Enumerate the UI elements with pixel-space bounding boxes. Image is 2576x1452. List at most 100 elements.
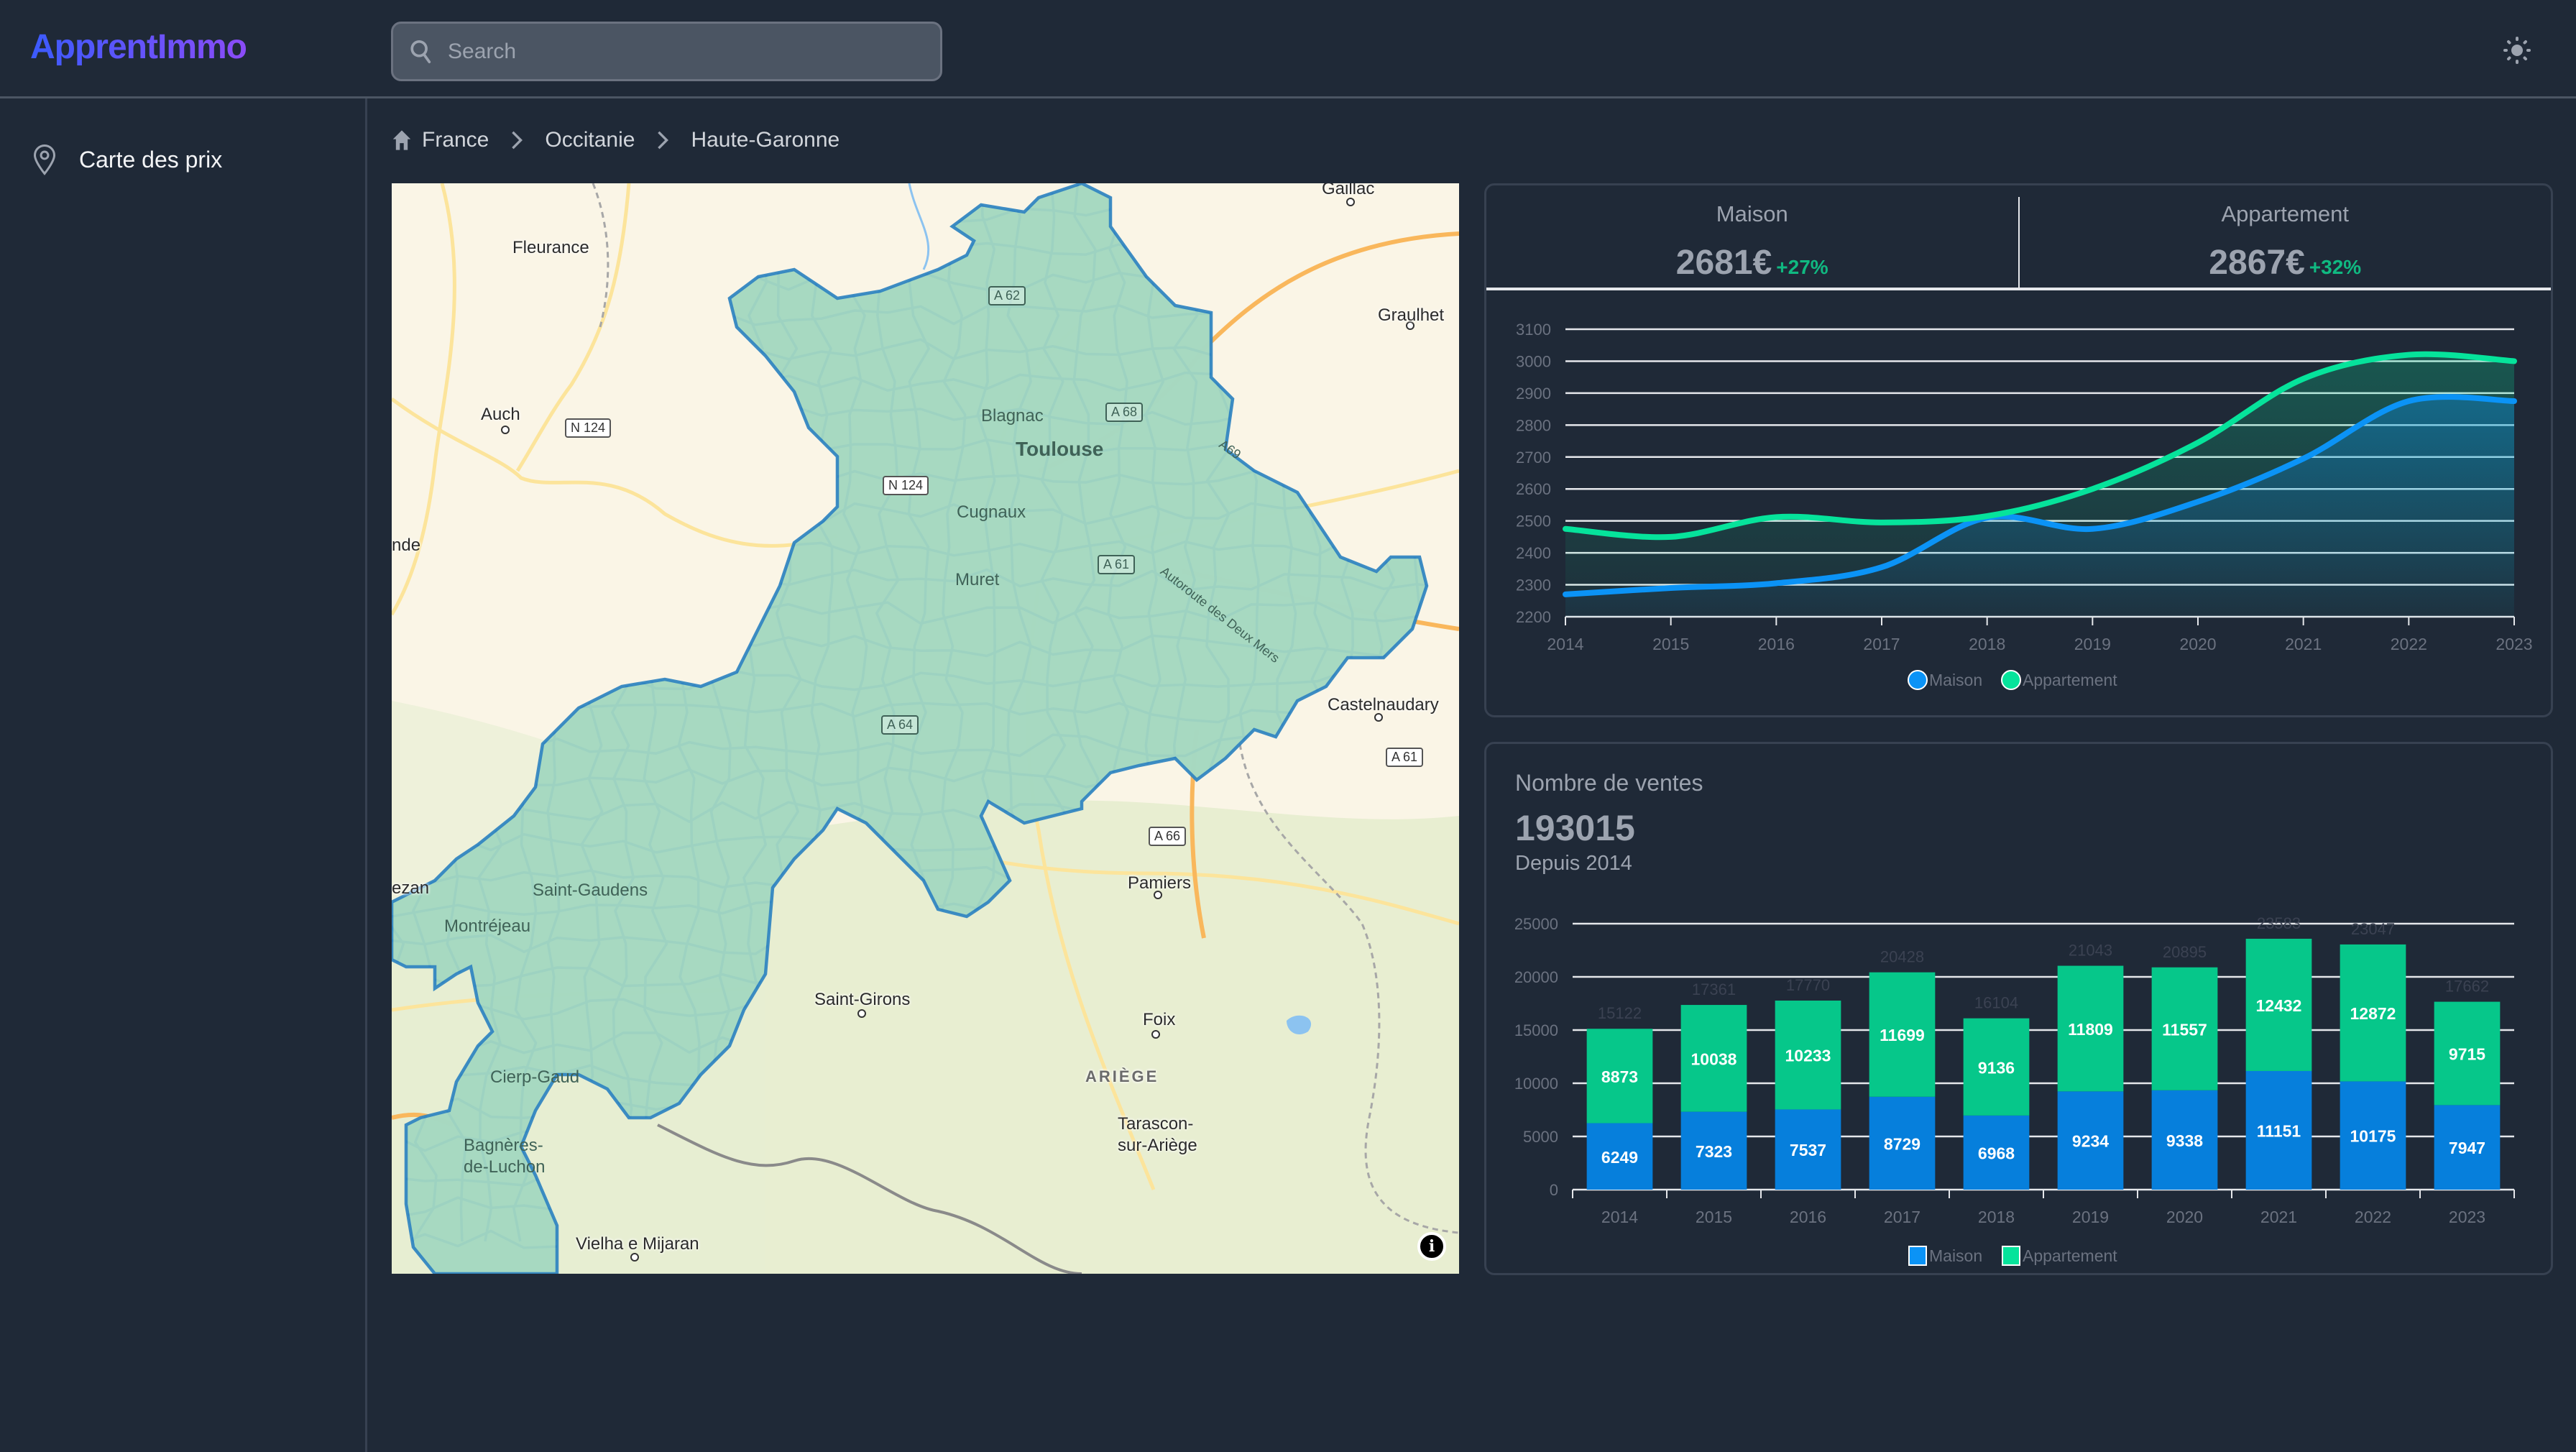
bar-label-maison: 6249 [1601, 1148, 1638, 1167]
road-shield: A 62 [988, 286, 1026, 305]
chevron-right-icon [656, 130, 669, 150]
map-label-city: Saint-Girons [814, 990, 911, 1009]
bar-label-maison: 9338 [2166, 1131, 2203, 1150]
y-tick-label: 3000 [1516, 352, 1551, 370]
bar-total-label: 20895 [2163, 943, 2207, 961]
map-label-city: de-Luchon [464, 1157, 546, 1177]
home-icon [392, 130, 411, 150]
sun-icon [2503, 37, 2531, 64]
kpi-value: 2681€ +27% [1486, 243, 2018, 282]
breadcrumb-occitanie[interactable]: Occitanie [545, 128, 635, 152]
map-label-city: sur-Ariège [1118, 1136, 1197, 1155]
bar-label-maison: 11151 [2257, 1121, 2301, 1140]
bar-total-label: 20428 [1880, 948, 1924, 966]
legend-marker [2001, 670, 2021, 690]
price-map[interactable]: Fleurance Auch nde Gaillac Graulhet Blag… [392, 183, 1459, 1274]
y-tick-label: 2300 [1516, 576, 1551, 594]
y-tick-label: 15000 [1514, 1021, 1558, 1039]
y-tick-label: 2500 [1516, 513, 1551, 530]
sidebar: Carte des prix [0, 98, 367, 1452]
chevron-right-icon [510, 130, 523, 150]
legend-label: Maison [1929, 671, 1982, 689]
x-tick-label: 2020 [2179, 635, 2216, 653]
x-tick-label: 2022 [2355, 1208, 2391, 1226]
legend-label: Appartement [2023, 1246, 2117, 1265]
breadcrumb-haute-garonne[interactable]: Haute-Garonne [691, 128, 840, 152]
bar-label-appartement: 9715 [2449, 1044, 2485, 1063]
y-tick-label: 0 [1550, 1181, 1558, 1199]
city-dot [501, 426, 510, 434]
x-tick-label: 2014 [1547, 635, 1583, 653]
kpi-maison: Maison 2681€ +27% [1486, 185, 2018, 288]
search-icon [410, 40, 431, 63]
search-box[interactable] [391, 22, 942, 81]
theme-toggle-button[interactable] [2501, 35, 2533, 66]
breadcrumb-label: France [422, 128, 489, 152]
bar-total-label: 17662 [2445, 978, 2489, 996]
bar-total-label: 21043 [2069, 942, 2112, 960]
legend-marker [2002, 1246, 2020, 1266]
sidebar-item-carte-des-prix[interactable]: Carte des prix [32, 143, 222, 176]
bar-total-label: 16104 [1974, 994, 2018, 1012]
bar-label-maison: 8729 [1884, 1134, 1920, 1153]
sales-title: Nombre de ventes [1515, 770, 1703, 796]
bar-label-appartement: 12872 [2350, 1004, 2396, 1023]
kpi-appartement: Appartement 2867€ +32% [2018, 197, 2552, 288]
x-tick-label: 2015 [1652, 635, 1689, 653]
legend-marker [1908, 1246, 1927, 1266]
city-dot [857, 1009, 866, 1018]
x-tick-label: 2015 [1696, 1208, 1732, 1226]
map-label-city: Cugnaux [957, 502, 1026, 522]
road-shield: A 68 [1105, 403, 1144, 422]
x-tick-label: 2021 [2285, 635, 2322, 653]
map-pin-icon [33, 144, 56, 175]
bar-label-maison: 10175 [2350, 1127, 2396, 1146]
price-line-chart[interactable]: 2200 2300 2400 2500 2600 2700 2800 2900 3000 3100… [1486, 293, 2555, 717]
bar-total-label: 23583 [2257, 914, 2301, 932]
map-label-city: Pamiers [1128, 873, 1192, 893]
search-input[interactable] [448, 39, 879, 64]
x-tick-label: 2014 [1601, 1208, 1638, 1226]
bar-label-appartement: 11699 [1880, 1026, 1925, 1044]
bar-total-label: 23047 [2351, 920, 2395, 938]
kpi-price: 2681€ [1675, 244, 1772, 282]
x-tick-label: 2022 [2391, 635, 2427, 653]
bar-label-maison: 6968 [1978, 1144, 2015, 1162]
y-tick-label: 2200 [1516, 608, 1551, 626]
info-icon[interactable]: i [1417, 1232, 1446, 1261]
price-kpis: Maison 2681€ +27% Appartement 2867€ +32% [1486, 185, 2551, 290]
x-tick-label: 2016 [1790, 1208, 1826, 1226]
y-tick-label: 2800 [1516, 416, 1551, 434]
bar-label-appartement: 11557 [2162, 1020, 2207, 1039]
x-tick-label: 2023 [2449, 1208, 2485, 1226]
breadcrumb-france[interactable]: France [392, 128, 489, 152]
breadcrumb: France Occitanie Haute-Garonne [392, 128, 840, 152]
road-shield: A 61 [1386, 748, 1424, 767]
y-tick-label: 2700 [1516, 449, 1551, 467]
bar-label-maison: 7947 [2449, 1139, 2485, 1157]
sales-bar-chart[interactable]: 0 5000 10000 15000 20000 25000 6249 8873 15122 20… [1486, 888, 2555, 1276]
map-label-city: Auch [481, 405, 520, 424]
sales-subtitle: Depuis 2014 [1515, 852, 1632, 875]
x-tick-label: 2019 [2072, 1208, 2109, 1226]
y-tick-label: 5000 [1523, 1128, 1558, 1146]
app-logo[interactable]: ApprentImmo [30, 27, 247, 67]
x-tick-label: 2021 [2260, 1208, 2297, 1226]
map-label-city: nde [392, 536, 421, 555]
x-tick-label: 2017 [1884, 1208, 1920, 1226]
map-label-city: Fleurance [512, 238, 589, 257]
map-label-city: Bagnères- [464, 1136, 543, 1155]
bar-label-maison: 7537 [1790, 1141, 1826, 1159]
sales-total: 193015 [1515, 808, 1635, 848]
road-shield: A 61 [1098, 555, 1136, 574]
bar-total-label: 17770 [1786, 976, 1830, 994]
road-shield: N 124 [565, 418, 612, 438]
bar-label-maison: 9234 [2072, 1132, 2109, 1151]
map-label-city: Castelnaudary [1328, 695, 1439, 714]
road-shield: A 66 [1149, 827, 1187, 846]
map-label-city: Toulouse [1016, 438, 1104, 460]
price-evolution-card: Maison 2681€ +27% Appartement 2867€ +32% 2… [1484, 183, 2553, 717]
x-tick-label: 2017 [1863, 635, 1900, 653]
x-tick-label: 2020 [2166, 1208, 2203, 1226]
legend-label: Maison [1929, 1246, 1982, 1265]
